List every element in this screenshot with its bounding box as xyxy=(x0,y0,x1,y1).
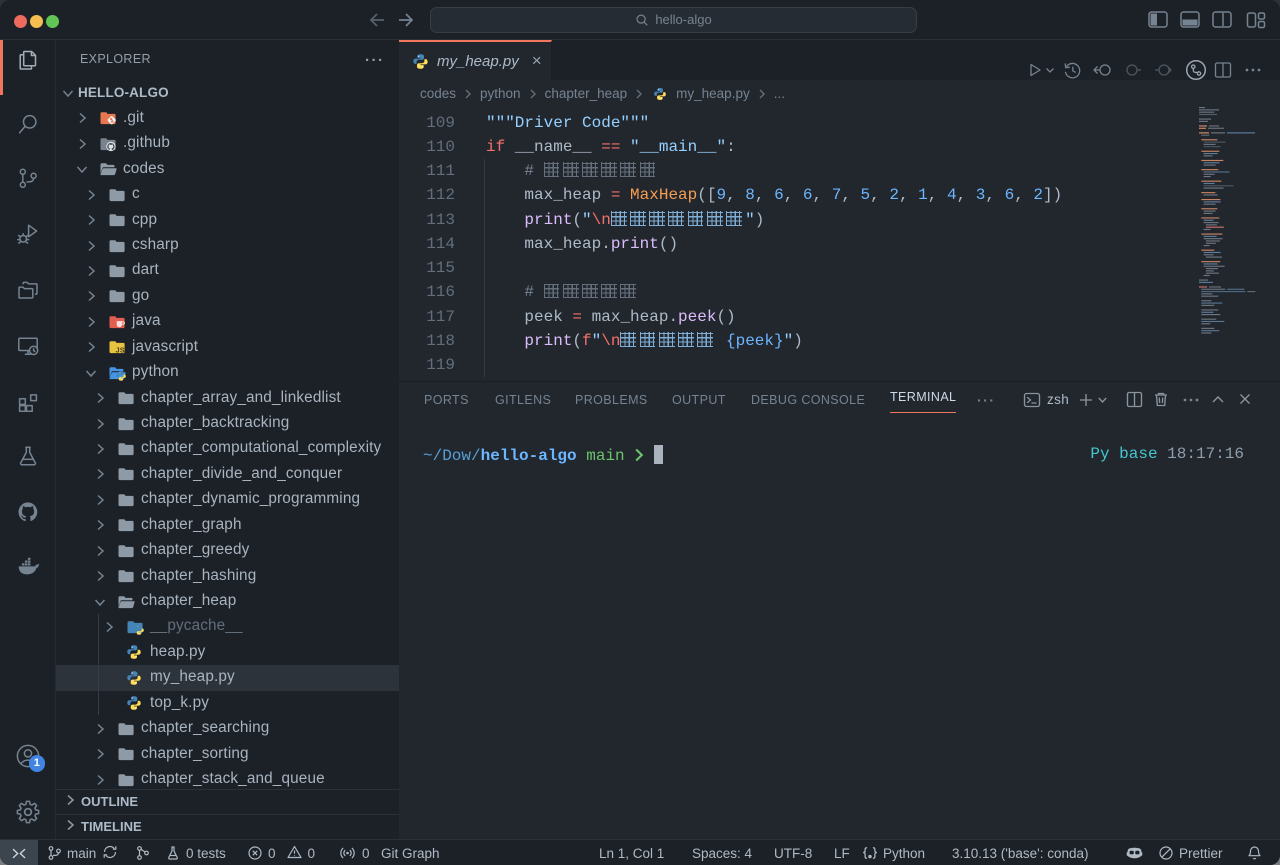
svg-text:JS: JS xyxy=(116,346,125,355)
